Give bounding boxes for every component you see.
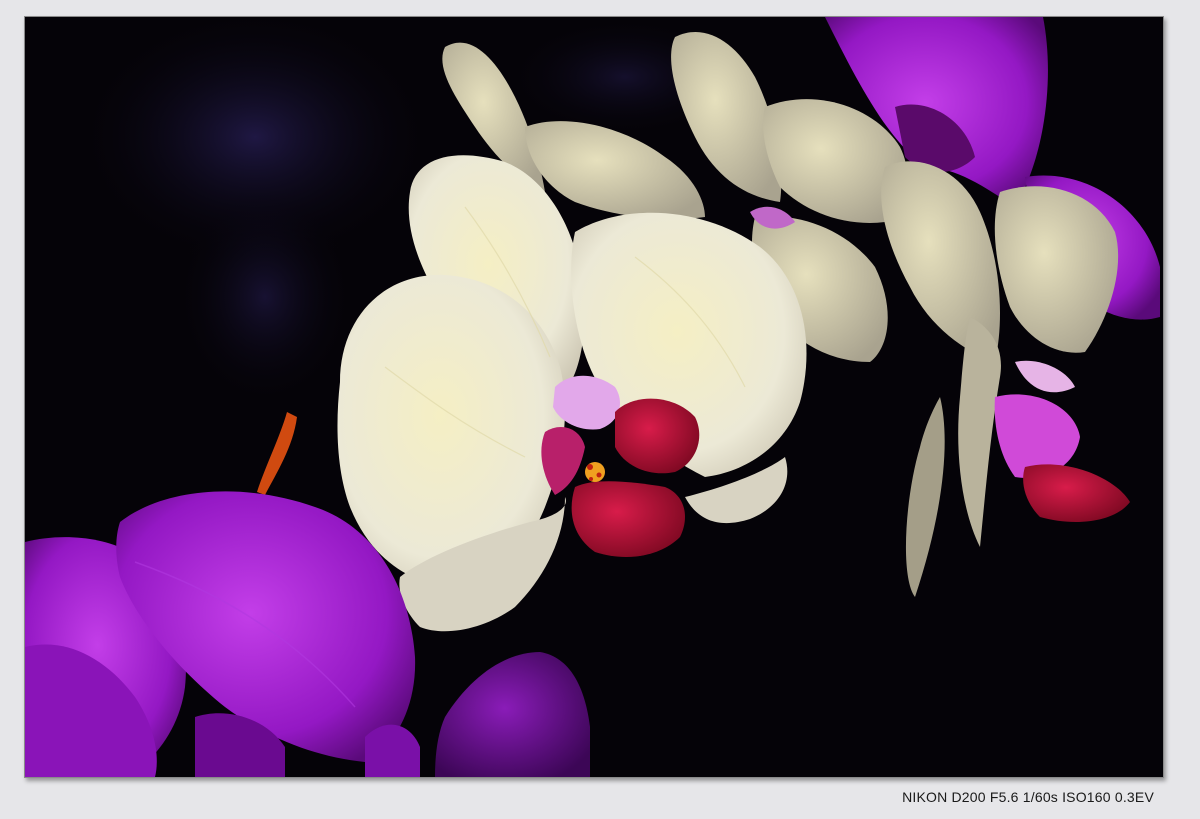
photo-frame bbox=[24, 16, 1164, 778]
exif-caption: NIKON D200 F5.6 1/60s ISO160 0.3EV bbox=[902, 789, 1154, 805]
orchid-photo bbox=[25, 17, 1163, 777]
